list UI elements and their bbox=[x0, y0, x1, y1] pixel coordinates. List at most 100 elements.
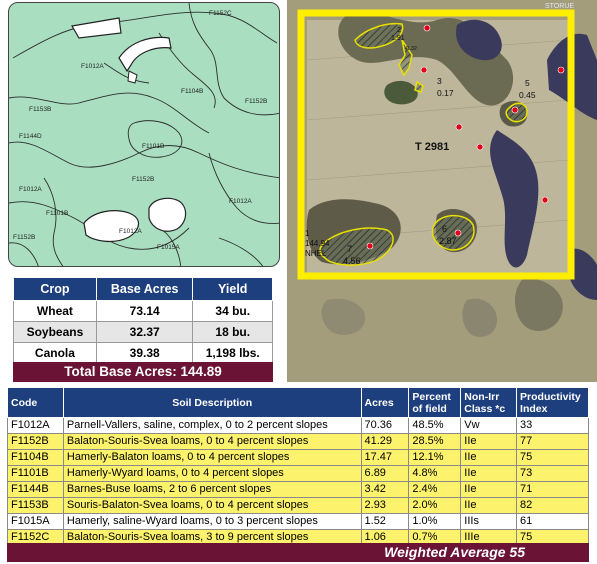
soil-index: 73 bbox=[516, 465, 589, 482]
soil-map-label: F1152B bbox=[132, 176, 154, 183]
marker-dot bbox=[455, 123, 463, 131]
field-acres: 2.87 bbox=[439, 236, 457, 246]
crop-row: Soybeans 32.37 18 bu. bbox=[13, 321, 273, 343]
yield-header: Yield bbox=[192, 277, 273, 301]
soil-map: F1152C F1012A F1104B F1152B F1153B F1144… bbox=[8, 2, 280, 267]
field-acres: 0.45 bbox=[519, 90, 536, 100]
crop-table: Crop Base Acres Yield Wheat 73.14 34 bu.… bbox=[13, 277, 273, 364]
soil-acres: 41.29 bbox=[360, 433, 410, 450]
soil-description: Hamerly, saline-Wyard loams, 0 to 3 perc… bbox=[62, 513, 362, 530]
soil-percent: 2.4% bbox=[408, 481, 462, 498]
soil-code: F1101B bbox=[7, 465, 64, 482]
field-id: 2 bbox=[397, 27, 401, 34]
percent-header: Percent of field bbox=[408, 387, 462, 418]
soil-acres: 17.47 bbox=[360, 449, 410, 466]
side-label: NHEL bbox=[305, 249, 327, 258]
crop-yield: 34 bu. bbox=[192, 300, 273, 322]
soil-index: 71 bbox=[516, 481, 589, 498]
soil-acres: 2.93 bbox=[360, 497, 410, 514]
description-header: Soil Description bbox=[62, 387, 362, 418]
soil-description: Balaton-Souris-Svea loams, 0 to 4 percen… bbox=[62, 433, 362, 450]
field-id: 3 bbox=[437, 76, 442, 86]
crop-name: Canola bbox=[13, 342, 97, 364]
acres-header: Acres bbox=[360, 387, 410, 418]
soil-index: 33 bbox=[516, 417, 589, 434]
index-header: Productivity Index bbox=[516, 387, 589, 418]
marker-dot bbox=[366, 242, 374, 250]
crop-header: Crop bbox=[13, 277, 97, 301]
soil-map-label: F1012A bbox=[19, 186, 42, 193]
soil-percent: 2.0% bbox=[408, 497, 462, 514]
soil-class: IIe bbox=[460, 497, 518, 514]
soil-map-label: F1101B bbox=[46, 210, 68, 217]
soil-index: 77 bbox=[516, 433, 589, 450]
soil-percent: 28.5% bbox=[408, 433, 462, 450]
soil-row: F1101B Hamerly-Wyard loams, 0 to 4 perce… bbox=[7, 465, 589, 482]
soil-code: F1152B bbox=[7, 433, 64, 450]
aerial-photo: STORUE T 2981 1 144.94 NHEL 2 1.91 4 1.3… bbox=[287, 0, 597, 382]
soil-percent: 48.5% bbox=[408, 417, 462, 434]
soil-map-label: F1152C bbox=[209, 10, 232, 17]
soil-table: Code Soil Description Acres Percent of f… bbox=[7, 387, 589, 546]
soil-row: F1153B Souris-Balaton-Svea loams, 0 to 4… bbox=[7, 497, 589, 514]
soil-percent: 1.0% bbox=[408, 513, 462, 530]
crop-yield: 18 bu. bbox=[192, 321, 273, 343]
corner-label: STORUE bbox=[545, 3, 574, 10]
soil-map-label: F1012A bbox=[81, 63, 104, 70]
field-id: 7 bbox=[347, 244, 352, 254]
soil-description: Parnell-Vallers, saline, complex, 0 to 2… bbox=[62, 417, 362, 434]
soil-percent: 4.8% bbox=[408, 465, 462, 482]
crop-row: Canola 39.38 1,198 lbs. bbox=[13, 342, 273, 364]
crop-row: Wheat 73.14 34 bu. bbox=[13, 300, 273, 322]
field-id: 5 bbox=[525, 78, 530, 88]
soil-map-label: F1153B bbox=[29, 106, 51, 113]
tract-label: T 2981 bbox=[415, 141, 449, 153]
soil-code: F1104B bbox=[7, 449, 64, 466]
marker-dot bbox=[420, 66, 428, 74]
aerial-drawing: STORUE T 2981 1 144.94 NHEL 2 1.91 4 1.3… bbox=[287, 0, 597, 382]
field-acres: 1.91 bbox=[391, 35, 405, 42]
side-label: 1 bbox=[305, 229, 310, 238]
crop-base-acres: 73.14 bbox=[95, 300, 194, 322]
soil-code: F1144B bbox=[7, 481, 64, 498]
crop-name: Soybeans bbox=[13, 321, 97, 343]
soil-index: 82 bbox=[516, 497, 589, 514]
field-acres: 4.56 bbox=[343, 256, 361, 266]
field-id: 6 bbox=[442, 224, 447, 234]
crop-base-acres: 32.37 bbox=[95, 321, 194, 343]
soil-description: Souris-Balaton-Svea loams, 0 to 4 percen… bbox=[62, 497, 362, 514]
soil-map-label: F1012A bbox=[119, 228, 142, 235]
soil-acres: 6.89 bbox=[360, 465, 410, 482]
soil-description: Hamerly-Balaton loams, 0 to 4 percent sl… bbox=[62, 449, 362, 466]
side-label: 144.94 bbox=[305, 239, 330, 248]
soil-row: F1144B Barnes-Buse loams, 2 to 6 percent… bbox=[7, 481, 589, 498]
soil-index: 61 bbox=[516, 513, 589, 530]
soil-row: F1152B Balaton-Souris-Svea loams, 0 to 4… bbox=[7, 433, 589, 450]
soil-code: F1015A bbox=[7, 513, 64, 530]
soil-row: F1015A Hamerly, saline-Wyard loams, 0 to… bbox=[7, 513, 589, 530]
class-header: Non-Irr Class *c bbox=[460, 387, 518, 418]
soil-class: IIe bbox=[460, 481, 518, 498]
soil-class: IIIs bbox=[460, 513, 518, 530]
soil-acres: 1.52 bbox=[360, 513, 410, 530]
weighted-average: Weighted Average 55 bbox=[7, 543, 589, 562]
soil-map-drawing: F1152C F1012A F1104B F1152B F1153B F1144… bbox=[9, 3, 279, 266]
soil-code: F1012A bbox=[7, 417, 64, 434]
marker-dot bbox=[476, 143, 484, 151]
soil-index: 75 bbox=[516, 449, 589, 466]
soil-description: Hamerly-Wyard loams, 0 to 4 percent slop… bbox=[62, 465, 362, 482]
soil-map-label: F1101B bbox=[142, 143, 164, 150]
crop-base-acres: 39.38 bbox=[95, 342, 194, 364]
soil-row: F1104B Hamerly-Balaton loams, 0 to 4 per… bbox=[7, 449, 589, 466]
marker-dot bbox=[557, 66, 565, 74]
soil-class: IIe bbox=[460, 433, 518, 450]
marker-dot bbox=[423, 24, 431, 32]
crop-name: Wheat bbox=[13, 300, 97, 322]
soil-row: F1012A Parnell-Vallers, saline, complex,… bbox=[7, 417, 589, 434]
soil-class: IIe bbox=[460, 449, 518, 466]
total-base-acres: Total Base Acres: 144.89 bbox=[13, 362, 273, 382]
field-acres: 1.32 bbox=[407, 46, 417, 52]
soil-class: Vw bbox=[460, 417, 518, 434]
soil-map-label: F1144D bbox=[19, 133, 42, 140]
marker-dot bbox=[541, 196, 549, 204]
